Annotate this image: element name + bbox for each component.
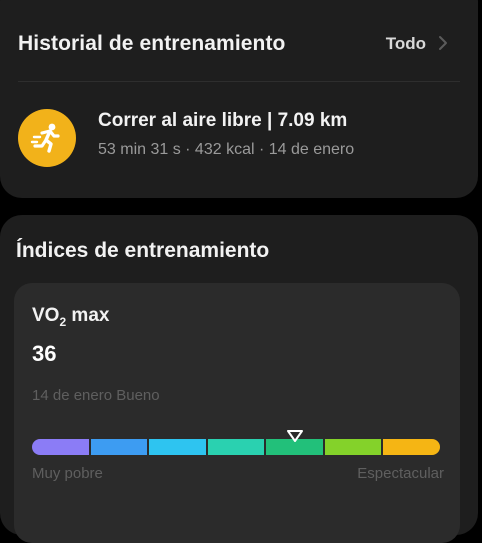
running-person-icon bbox=[18, 109, 76, 167]
training-history-card: Historial de entrenamiento Todo Correr a… bbox=[0, 0, 478, 198]
vo2max-status: 14 de enero Bueno bbox=[32, 387, 160, 404]
view-all-button[interactable]: Todo bbox=[386, 34, 448, 54]
vo2max-value: 36 bbox=[32, 341, 57, 366]
scale-max-label: Espectacular bbox=[357, 465, 444, 482]
scale-segment bbox=[90, 439, 148, 455]
chevron-right-icon bbox=[438, 35, 448, 54]
scale-min-label: Muy pobre bbox=[32, 465, 103, 482]
scale-segment bbox=[324, 439, 382, 455]
divider bbox=[18, 81, 460, 82]
workout-details: 53 min 31 s · 432 kcal · 14 de enero bbox=[98, 141, 355, 158]
training-indices-card: Índices de entrenamiento VO2 max 36 14 d… bbox=[0, 215, 478, 543]
scale-segment bbox=[32, 439, 89, 455]
level-marker-icon bbox=[286, 429, 304, 443]
vo2max-card[interactable]: VO2 max 36 14 de enero Bueno Muy pobre E… bbox=[14, 283, 460, 543]
scale-segment bbox=[383, 439, 441, 455]
scale-segment bbox=[207, 439, 265, 455]
history-title: Historial de entrenamiento bbox=[18, 32, 286, 55]
vo2max-scale-bar bbox=[32, 439, 441, 455]
scale-segment bbox=[149, 439, 206, 455]
history-header: Historial de entrenamiento Todo bbox=[18, 32, 448, 68]
workout-title: Correr al aire libre | 7.09 km bbox=[98, 110, 348, 131]
vo2max-label: VO2 max bbox=[32, 305, 110, 329]
indices-title: Índices de entrenamiento bbox=[16, 239, 270, 262]
view-all-label: Todo bbox=[385, 34, 426, 53]
workout-item[interactable]: Correr al aire libre | 7.09 km 53 min 31… bbox=[18, 107, 460, 167]
